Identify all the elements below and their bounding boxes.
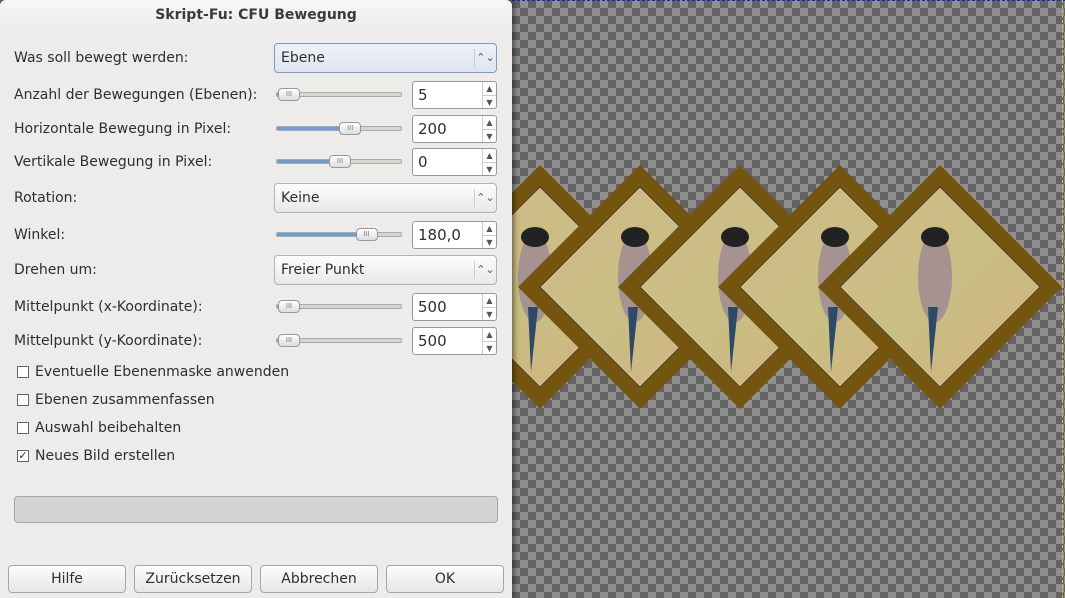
help-button[interactable]: Hilfe [8,565,126,593]
row-angle: Winkel: III 180,0 ▲ ▼ [14,220,498,250]
image-canvas[interactable] [512,0,1065,598]
cx-label: Mittelpunkt (x-Koordinate): [14,299,203,315]
hmove-slider[interactable]: III [276,122,402,135]
what-label: Was soll bewegt werden: [14,50,189,66]
vmove-label: Vertikale Bewegung in Pixel: [14,154,213,170]
spin-down-icon[interactable]: ▼ [483,307,496,320]
row-cy: Mittelpunkt (y-Koordinate): III 500 ▲ ▼ [14,326,498,356]
what-combo[interactable]: Ebene ⌃⌄ [274,43,497,73]
spin-down-icon[interactable]: ▼ [483,341,496,354]
hmove-label: Horizontale Bewegung in Pixel: [14,121,232,137]
count-spinbox[interactable]: 5 ▲ ▼ [412,81,497,109]
pivot-combo[interactable]: Freier Punkt ⌃⌄ [274,255,497,285]
row-pivot: Drehen um: Freier Punkt ⌃⌄ [14,255,498,285]
updown-arrow-icon: ⌃⌄ [474,261,496,279]
spin-down-icon[interactable]: ▼ [483,95,496,108]
checkbox-label: Eventuelle Ebenenmaske anwenden [35,364,290,380]
cy-slider[interactable]: III [276,334,402,347]
spin-up-icon[interactable]: ▲ [483,294,496,307]
rotation-value: Keine [281,190,320,206]
checkbox-label: Ebenen zusammenfassen [35,392,215,408]
row-count: Anzahl der Bewegungen (Ebenen): III 5 ▲ ▼ [14,80,498,110]
pivot-value: Freier Punkt [281,262,365,278]
spin-down-icon[interactable]: ▼ [483,162,496,175]
checkbox-box[interactable] [17,394,29,406]
angle-spinbox[interactable]: 180,0 ▲ ▼ [412,221,497,249]
checkbox-keep-selection[interactable]: Auswahl beibehalten [17,418,181,438]
spin-up-icon[interactable]: ▲ [483,82,496,95]
angle-slider[interactable]: III [276,228,402,241]
count-slider[interactable]: III [276,88,402,101]
script-fu-dialog: Skript-Fu: CFU Bewegung Was soll bewegt … [0,0,512,598]
updown-arrow-icon: ⌃⌄ [474,189,496,207]
checkbox-merge-layers[interactable]: Ebenen zusammenfassen [17,390,215,410]
cx-value[interactable]: 500 [418,298,447,316]
spin-down-icon[interactable]: ▼ [483,129,496,142]
reset-button[interactable]: Zurücksetzen [134,565,252,593]
rotated-layer-frames [512,165,1062,409]
vmove-slider[interactable]: III [276,155,402,168]
hmove-value[interactable]: 200 [418,120,447,138]
cy-spinbox[interactable]: 500 ▲ ▼ [412,327,497,355]
rotation-label: Rotation: [14,190,78,206]
spin-up-icon[interactable]: ▲ [483,149,496,162]
ok-button[interactable]: OK [386,565,504,593]
checkbox-apply-mask[interactable]: Eventuelle Ebenenmaske anwenden [17,362,289,382]
dialog-title: Skript-Fu: CFU Bewegung [0,0,512,30]
spin-up-icon[interactable]: ▲ [483,222,496,235]
cy-label: Mittelpunkt (y-Koordinate): [14,333,203,349]
checkbox-label: Neues Bild erstellen [35,448,176,464]
row-hmove: Horizontale Bewegung in Pixel: III 200 ▲ ▼ [14,114,498,144]
vmove-value[interactable]: 0 [418,153,428,171]
updown-arrow-icon: ⌃⌄ [474,49,496,67]
row-cx: Mittelpunkt (x-Koordinate): III 500 ▲ ▼ [14,292,498,322]
checkbox-label: Auswahl beibehalten [35,420,182,436]
what-value: Ebene [281,50,325,66]
spin-up-icon[interactable]: ▲ [483,116,496,129]
cancel-button[interactable]: Abbrechen [260,565,378,593]
rotation-combo[interactable]: Keine ⌃⌄ [274,183,497,213]
checkbox-box[interactable] [17,366,29,378]
checkbox-box[interactable] [17,422,29,434]
hmove-spinbox[interactable]: 200 ▲ ▼ [412,115,497,143]
checkbox-new-image[interactable]: ✓ Neues Bild erstellen [17,446,175,466]
cx-spinbox[interactable]: 500 ▲ ▼ [412,293,497,321]
pivot-label: Drehen um: [14,262,97,278]
angle-label: Winkel: [14,227,66,243]
count-value[interactable]: 5 [418,86,428,104]
checkbox-box[interactable]: ✓ [17,450,29,462]
progress-bar [14,496,498,523]
row-rotation: Rotation: Keine ⌃⌄ [14,183,498,213]
spin-up-icon[interactable]: ▲ [483,328,496,341]
cy-value[interactable]: 500 [418,332,447,350]
angle-value[interactable]: 180,0 [418,226,461,244]
count-label: Anzahl der Bewegungen (Ebenen): [14,87,258,103]
spin-down-icon[interactable]: ▼ [483,235,496,248]
cx-slider[interactable]: III [276,300,402,313]
row-what: Was soll bewegt werden: Ebene ⌃⌄ [14,43,498,73]
row-vmove: Vertikale Bewegung in Pixel: III 0 ▲ ▼ [14,147,498,177]
vmove-spinbox[interactable]: 0 ▲ ▼ [412,148,497,176]
